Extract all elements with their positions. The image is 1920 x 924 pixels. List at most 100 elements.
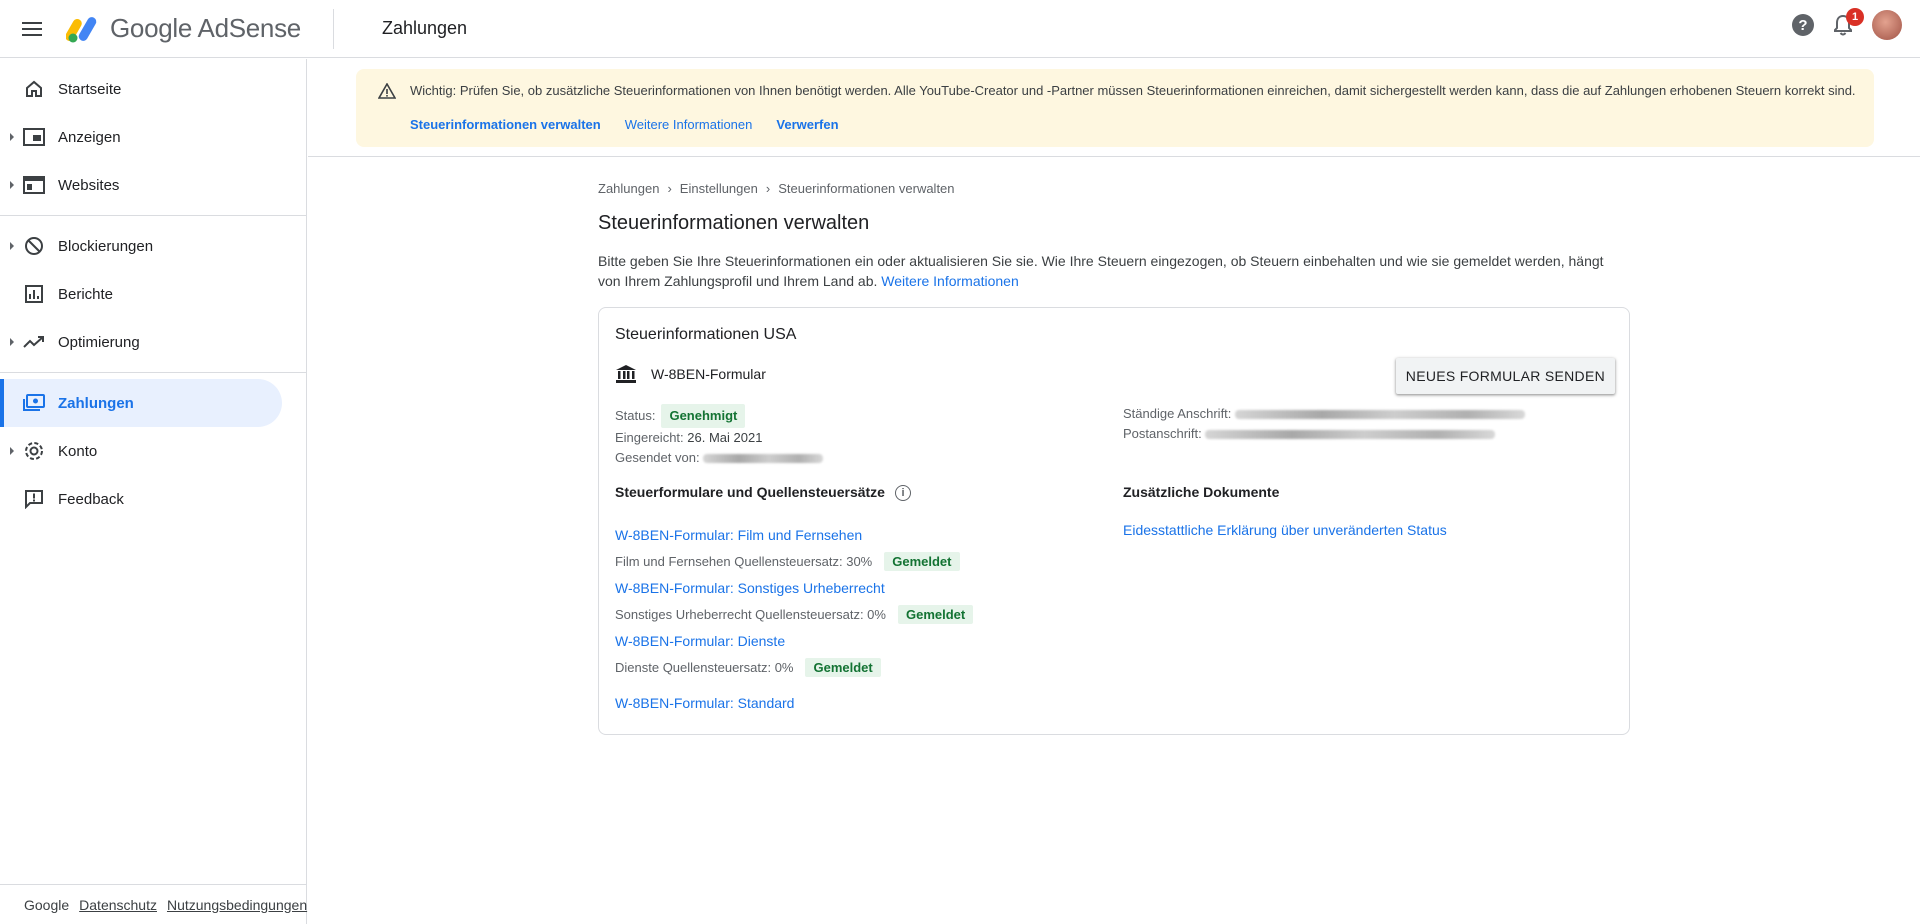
privacy-link[interactable]: Datenschutz bbox=[79, 897, 157, 913]
expand-caret-icon bbox=[10, 338, 14, 346]
rate-text: Film und Fernsehen Quellensteuersatz: 30… bbox=[615, 554, 873, 569]
us-tax-info-card: Steuerinformationen USA W-8BEN-Formular … bbox=[598, 307, 1630, 735]
status-badge: Genehmigt bbox=[661, 404, 746, 428]
payments-icon bbox=[22, 391, 46, 415]
sidebar-divider bbox=[0, 215, 306, 216]
adsense-logo-icon bbox=[66, 16, 97, 42]
notifications-button[interactable]: 1 bbox=[1828, 8, 1864, 40]
sidebar-item-berichte[interactable]: Berichte bbox=[0, 270, 306, 318]
tax-forms-list: W-8BEN-Formular: Film und Fernsehen Film… bbox=[615, 524, 1095, 714]
avatar[interactable] bbox=[1872, 10, 1902, 40]
status-badge: Gemeldet bbox=[897, 605, 974, 624]
sidebar-item-label: Anzeigen bbox=[58, 128, 121, 146]
banner-actions: Steuerinformationen verwalten Weitere In… bbox=[410, 117, 839, 132]
adsense-logo[interactable]: Google AdSense bbox=[66, 13, 301, 44]
top-page-title: Zahlungen bbox=[381, 18, 468, 38]
banner-message: Wichtig: Prüfen Sie, ob zusätzliche Steu… bbox=[410, 83, 1856, 98]
trending-icon bbox=[22, 330, 46, 354]
websites-icon bbox=[22, 173, 46, 197]
home-icon bbox=[22, 77, 46, 101]
sidebar-item-label: Zahlungen bbox=[58, 394, 134, 412]
breadcrumb-payments[interactable]: Zahlungen bbox=[598, 181, 659, 196]
docs-section-title: Zusätzliche Dokumente bbox=[1123, 484, 1280, 500]
intro-body: Bitte geben Sie Ihre Steuerinformationen… bbox=[598, 253, 1604, 289]
submitted-label: Eingereicht: bbox=[615, 430, 684, 445]
page-title: Steuerinformationen verwalten bbox=[598, 212, 870, 234]
banner-more-info-link[interactable]: Weitere Informationen bbox=[625, 117, 753, 132]
gear-icon bbox=[22, 439, 46, 463]
sidebar-item-label: Konto bbox=[58, 442, 98, 460]
expand-caret-icon bbox=[10, 447, 14, 455]
sidebar-item-feedback[interactable]: Feedback bbox=[0, 475, 306, 523]
info-icon[interactable]: i bbox=[894, 485, 911, 502]
address-block: Ständige Anschrift: Postanschrift: bbox=[1123, 404, 1526, 444]
sidebar-item-label: Startseite bbox=[58, 80, 122, 98]
status-label: Status: bbox=[615, 408, 656, 423]
form-status-block: Status: Genehmigt Eingereicht: 26. Mai 20… bbox=[615, 404, 824, 468]
footer-brand: Google bbox=[24, 896, 70, 913]
mailing-address-label: Postanschrift: bbox=[1123, 426, 1202, 441]
banner-manage-link[interactable]: Steuerinformationen verwalten bbox=[410, 117, 601, 132]
sidebar-item-blockierungen[interactable]: Blockierungen bbox=[0, 222, 306, 270]
top-actions: ? 1 bbox=[1792, 8, 1902, 40]
current-form-row: W-8BEN-Formular bbox=[615, 364, 766, 384]
bank-icon bbox=[616, 365, 636, 383]
breadcrumb: Zahlungen › Einstellungen › Steuerinform… bbox=[598, 181, 1630, 196]
feedback-icon bbox=[22, 487, 46, 511]
status-badge: Gemeldet bbox=[805, 658, 881, 677]
permanent-address-row: Ständige Anschrift: bbox=[1123, 404, 1526, 424]
redacted-sender bbox=[703, 454, 824, 464]
breadcrumb-current: Steuerinformationen verwalten bbox=[778, 181, 955, 196]
card-title: Steuerinformationen USA bbox=[615, 326, 797, 343]
breadcrumb-settings[interactable]: Einstellungen bbox=[680, 181, 758, 196]
warning-icon bbox=[378, 83, 396, 99]
sidebar-item-zahlungen[interactable]: Zahlungen bbox=[0, 379, 282, 427]
form-link-services[interactable]: W-8BEN-Formular: Dienste bbox=[615, 630, 1095, 652]
sent-by-label: Gesendet von: bbox=[615, 450, 700, 465]
rate-text: Sonstiges Urheberrecht Quellensteuersatz… bbox=[615, 607, 886, 622]
content-divider bbox=[308, 156, 1920, 157]
sidebar-item-label: Blockierungen bbox=[58, 237, 154, 255]
chevron-right-icon: › bbox=[667, 181, 672, 196]
send-new-form-button[interactable]: NEUES FORMULAR SENDEN bbox=[1395, 358, 1615, 394]
menu-icon[interactable] bbox=[22, 17, 46, 41]
status-badge: Gemeldet bbox=[884, 552, 960, 571]
redacted-mailing-address bbox=[1205, 430, 1496, 440]
banner-dismiss-link[interactable]: Verwerfen bbox=[776, 117, 838, 132]
form-link-film-tv[interactable]: W-8BEN-Formular: Film und Fernsehen bbox=[615, 524, 1095, 546]
rate-row-film-tv: Film und Fernsehen Quellensteuersatz: 30… bbox=[615, 546, 1095, 577]
submitted-date: 26. Mai 2021 bbox=[687, 430, 763, 445]
status-row: Status: Genehmigt bbox=[615, 404, 823, 428]
sidebar-item-label: Berichte bbox=[58, 285, 114, 303]
main-content: Wichtig: Prüfen Sie, ob zusätzliche Steu… bbox=[308, 59, 1920, 924]
forms-section-title: Steuerformulare und Quellensteuersätze i bbox=[615, 484, 911, 502]
intro-text: Bitte geben Sie Ihre Steuerinformationen… bbox=[598, 251, 1618, 291]
sidebar-item-konto[interactable]: Konto bbox=[0, 427, 306, 475]
sidebar-item-websites[interactable]: Websites bbox=[0, 161, 306, 209]
tax-settings-content: Zahlungen › Einstellungen › Steuerinform… bbox=[598, 181, 1630, 735]
permanent-address-label: Ständige Anschrift: bbox=[1123, 406, 1232, 421]
sidebar-item-optimierung[interactable]: Optimierung bbox=[0, 318, 306, 366]
rate-row-services: Dienste Quellensteuersatz: 0% Gemeldet bbox=[615, 652, 1095, 683]
sidebar-item-anzeigen[interactable]: Anzeigen bbox=[0, 113, 306, 161]
tax-info-banner: Wichtig: Prüfen Sie, ob zusätzliche Steu… bbox=[356, 69, 1874, 147]
topbar-divider bbox=[332, 8, 334, 49]
ads-icon bbox=[22, 125, 46, 149]
sidebar-item-label: Optimierung bbox=[58, 333, 140, 351]
sidebar-item-label: Feedback bbox=[58, 490, 124, 508]
terms-link[interactable]: Nutzungsbedingungen bbox=[167, 897, 307, 913]
app-name: Google AdSense bbox=[110, 13, 301, 43]
rate-text: Dienste Quellensteuersatz: 0% bbox=[615, 660, 794, 675]
submitted-row: Eingereicht: 26. Mai 2021 bbox=[615, 428, 823, 448]
intro-more-info-link[interactable]: Weitere Informationen bbox=[881, 273, 1018, 289]
form-link-copyright[interactable]: W-8BEN-Formular: Sonstiges Urheberrecht bbox=[615, 577, 1095, 599]
sidebar: Startseite Anzeigen Websites Blockierung… bbox=[0, 59, 307, 924]
top-app-bar: Google AdSense Zahlungen ? 1 bbox=[0, 0, 1920, 58]
rate-row-copyright: Sonstiges Urheberrecht Quellensteuersatz… bbox=[615, 599, 1095, 630]
sidebar-item-startseite[interactable]: Startseite bbox=[0, 65, 306, 113]
form-link-standard[interactable]: W-8BEN-Formular: Standard bbox=[615, 692, 1095, 714]
help-icon[interactable]: ? bbox=[1792, 14, 1814, 36]
notification-badge: 1 bbox=[1846, 8, 1864, 26]
reports-icon bbox=[22, 282, 46, 306]
affidavit-link[interactable]: Eidesstattliche Erklärung über unverände… bbox=[1123, 522, 1447, 538]
